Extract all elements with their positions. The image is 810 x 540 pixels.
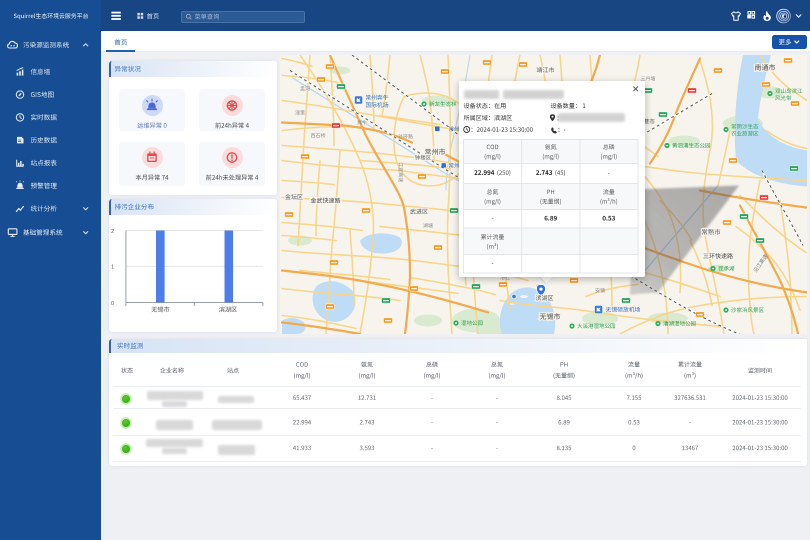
svg-text:1: 1 (110, 265, 113, 271)
svg-text:0: 0 (110, 301, 113, 307)
svg-text:2: 2 (110, 229, 113, 235)
